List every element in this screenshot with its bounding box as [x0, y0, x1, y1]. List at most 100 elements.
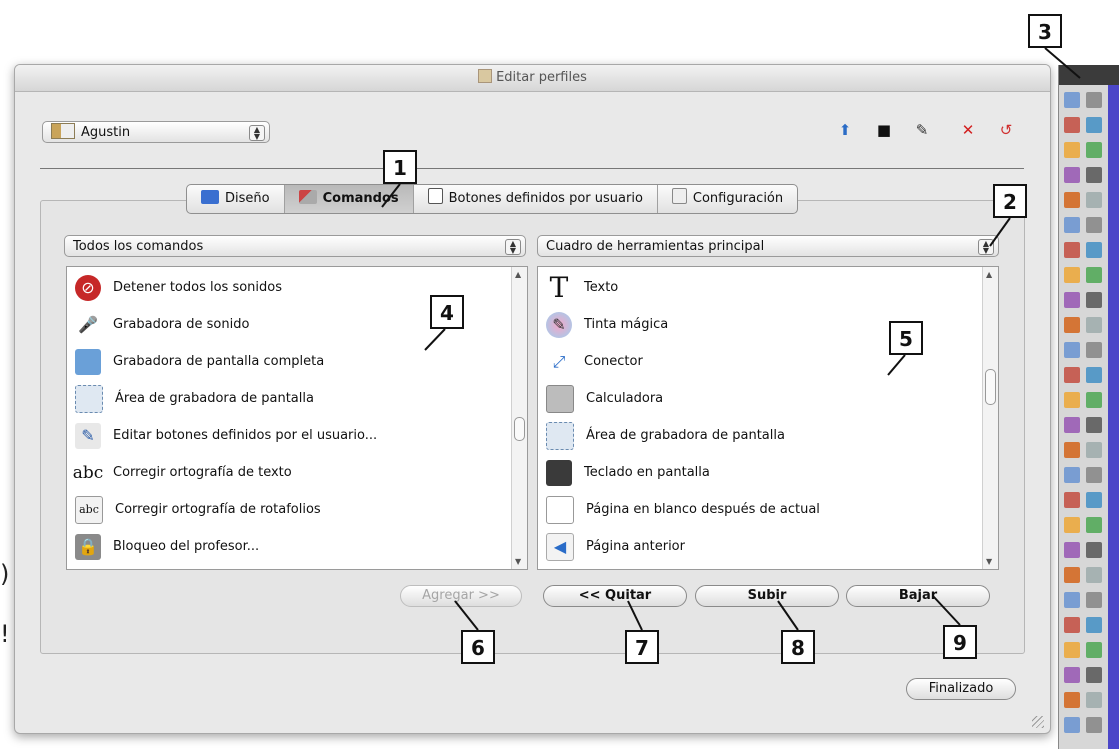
toolbox-tool-icon[interactable] — [1064, 667, 1080, 683]
list-item[interactable]: ⊘ Detener todos los sonidos — [67, 269, 282, 306]
scroll-up-icon[interactable]: ▲ — [986, 270, 992, 279]
commands-scrollbar[interactable]: ▲ ▼ — [511, 267, 527, 569]
scroll-down-icon[interactable]: ▼ — [986, 557, 992, 566]
toolbox-tool-icon[interactable] — [1064, 317, 1080, 333]
callout-4: 4 — [430, 295, 464, 329]
toolbox-tool-icon[interactable] — [1064, 117, 1080, 133]
tab-comandos[interactable]: Comandos — [284, 185, 414, 213]
scroll-up-icon[interactable]: ▲ — [515, 270, 521, 279]
toolbox-select[interactable]: Cuadro de herramientas principal ▲ ▼ — [537, 235, 999, 257]
toolbox-tool-icon[interactable] — [1064, 442, 1080, 458]
done-button[interactable]: Finalizado — [906, 678, 1016, 700]
edit-icon[interactable]: ✎ — [914, 122, 930, 138]
reset-icon[interactable]: ↺ — [998, 122, 1014, 138]
toolbox-tool-icon[interactable] — [1064, 342, 1080, 358]
toolbox-tool-icon[interactable] — [1086, 592, 1102, 608]
toolbox-tool-icon[interactable] — [1086, 467, 1102, 483]
list-item[interactable]: ⤢ Conector — [538, 343, 643, 380]
move-down-button[interactable]: Bajar — [846, 585, 990, 607]
tab-botones-usuario[interactable]: Botones definidos por usuario — [414, 185, 658, 213]
move-up-button[interactable]: Subir — [695, 585, 839, 607]
toolbox-tool-icon[interactable] — [1086, 392, 1102, 408]
toolbox-tool-icon[interactable] — [1064, 692, 1080, 708]
toolbox-scrollbar[interactable]: ▲ ▼ — [982, 267, 998, 569]
list-item[interactable]: Página en blanco después de actual — [538, 491, 820, 528]
list-item[interactable]: Teclado en pantalla — [538, 454, 710, 491]
toolbox-tool-icon[interactable] — [1086, 142, 1102, 158]
upload-icon[interactable]: ⬆ — [837, 122, 853, 138]
toolbox-tool-icon[interactable] — [1064, 542, 1080, 558]
tab-label: Comandos — [322, 191, 399, 206]
commands-filter-select[interactable]: Todos los comandos ▲ ▼ — [64, 235, 526, 257]
toolbox-tool-icon[interactable] — [1086, 167, 1102, 183]
toolbox-tool-icon[interactable] — [1086, 667, 1102, 683]
list-item[interactable]: abc Corregir ortografía de texto — [67, 454, 292, 491]
tab-label: Configuración — [692, 191, 784, 206]
scroll-down-icon[interactable]: ▼ — [515, 557, 521, 566]
toolbox-tool-icon[interactable] — [1064, 292, 1080, 308]
toolbox-tool-icon[interactable] — [1064, 142, 1080, 158]
toolbox-tool-icon[interactable] — [1086, 567, 1102, 583]
toolbox-tool-icon[interactable] — [1086, 92, 1102, 108]
toolbox-tool-icon[interactable] — [1086, 492, 1102, 508]
list-item[interactable]: Grabadora de pantalla completa — [67, 343, 324, 380]
toolbox-tool-icon[interactable] — [1086, 717, 1102, 733]
toolbox-tool-icon[interactable] — [1064, 392, 1080, 408]
toolbox-tool-icon[interactable] — [1064, 167, 1080, 183]
remove-button[interactable]: << Quitar — [543, 585, 687, 607]
toolbox-tool-icon[interactable] — [1064, 467, 1080, 483]
toolbox-tool-icon[interactable] — [1086, 242, 1102, 258]
toolbox-tool-icon[interactable] — [1064, 717, 1080, 733]
toolbox-tool-icon[interactable] — [1064, 592, 1080, 608]
toolbox-tool-icon[interactable] — [1086, 367, 1102, 383]
toolbox-items-list[interactable]: T Texto ✎ Tinta mágica ⤢ Conector Calculado… — [537, 266, 999, 570]
list-item[interactable]: ✎ Editar botones definidos por el usuario… — [67, 417, 377, 454]
toolbox-tool-icon[interactable] — [1086, 517, 1102, 533]
toolbox-tool-icon[interactable] — [1064, 367, 1080, 383]
profile-select[interactable]: Agustin ▲ ▼ — [42, 121, 270, 143]
toolbox-tool-icon[interactable] — [1064, 617, 1080, 633]
tab-diseno[interactable]: Diseño — [187, 185, 285, 213]
toolbox-tool-icon[interactable] — [1064, 642, 1080, 658]
list-item[interactable]: T Texto — [538, 269, 619, 306]
toolbox-tool-icon[interactable] — [1064, 217, 1080, 233]
toolbox-tool-icon[interactable] — [1086, 542, 1102, 558]
select-arrows-icon: ▲ ▼ — [249, 125, 265, 141]
list-item[interactable]: ✎ Tinta mágica — [538, 306, 668, 343]
list-item[interactable]: abc Corregir ortografía de rotafolios — [67, 491, 321, 528]
toolbox-tool-icon[interactable] — [1064, 567, 1080, 583]
toolbox-tool-icon[interactable] — [1086, 692, 1102, 708]
toolbox-tool-icon[interactable] — [1086, 267, 1102, 283]
toolbox-tool-icon[interactable] — [1064, 267, 1080, 283]
toolbox-tool-icon[interactable] — [1086, 217, 1102, 233]
resize-grip-icon[interactable] — [1032, 716, 1044, 728]
list-item[interactable]: Área de grabadora de pantalla — [67, 380, 314, 417]
toolbox-tool-icon[interactable] — [1064, 192, 1080, 208]
toolbox-tool-icon[interactable] — [1086, 442, 1102, 458]
list-item-label: Grabadora de sonido — [113, 317, 250, 332]
list-item[interactable]: Área de grabadora de pantalla — [538, 417, 785, 454]
list-item[interactable]: 🎤 Grabadora de sonido — [67, 306, 249, 343]
toolbox-tool-icon[interactable] — [1086, 292, 1102, 308]
list-item[interactable]: Calculadora — [538, 380, 663, 417]
toolbox-tool-icon[interactable] — [1064, 92, 1080, 108]
list-item[interactable]: ◀ Página anterior — [538, 528, 685, 565]
scroll-thumb[interactable] — [514, 417, 525, 441]
toolbox-tool-icon[interactable] — [1086, 642, 1102, 658]
scroll-thumb[interactable] — [985, 369, 996, 405]
toolbox-tool-icon[interactable] — [1086, 617, 1102, 633]
add-button[interactable]: Agregar >> — [400, 585, 522, 607]
toolbox-tool-icon[interactable] — [1064, 517, 1080, 533]
save-icon[interactable]: ■ — [876, 122, 892, 138]
toolbox-tool-icon[interactable] — [1086, 317, 1102, 333]
toolbox-tool-icon[interactable] — [1086, 417, 1102, 433]
tab-configuracion[interactable]: Configuración — [658, 185, 797, 213]
toolbox-tool-icon[interactable] — [1086, 117, 1102, 133]
list-item[interactable]: 🔒 Bloqueo del profesor... — [67, 528, 259, 565]
toolbox-tool-icon[interactable] — [1064, 242, 1080, 258]
toolbox-tool-icon[interactable] — [1086, 342, 1102, 358]
toolbox-tool-icon[interactable] — [1064, 417, 1080, 433]
toolbox-tool-icon[interactable] — [1086, 192, 1102, 208]
toolbox-tool-icon[interactable] — [1064, 492, 1080, 508]
delete-icon[interactable]: ✕ — [960, 122, 976, 138]
